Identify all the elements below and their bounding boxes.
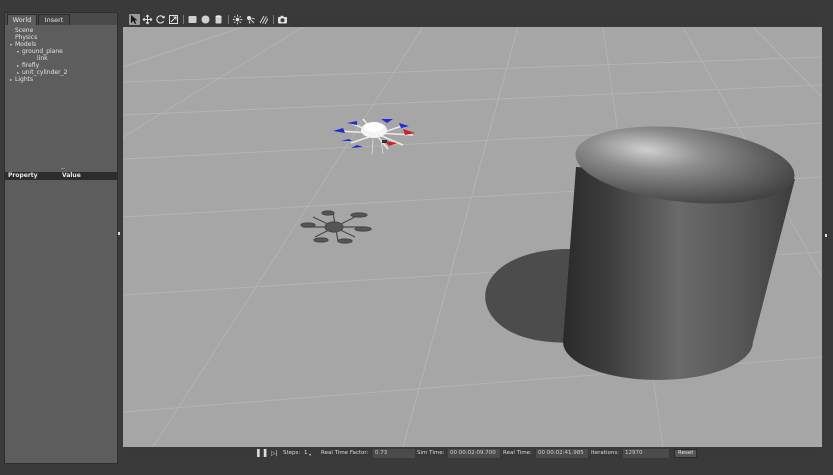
- chevron-down-icon[interactable]: ▾: [309, 451, 311, 458]
- left-collapse-handle[interactable]: [118, 232, 120, 235]
- tab-insert[interactable]: Insert: [38, 14, 70, 25]
- tree-item-label: unit_cylinder_2: [22, 69, 68, 76]
- toolbar-separator: [228, 15, 229, 24]
- directional-light-icon[interactable]: [258, 14, 269, 25]
- window-bottom-strip: [0, 460, 833, 475]
- tree-item-label: firefly: [22, 62, 40, 69]
- tree-item-physics[interactable]: Physics: [15, 34, 37, 41]
- real-time-factor-field[interactable]: 0.73: [373, 449, 415, 458]
- reset-button[interactable]: Reset: [674, 449, 698, 458]
- scene-viewport[interactable]: [123, 27, 822, 447]
- tree-item-models[interactable]: ▾ Models: [10, 41, 36, 48]
- step-icon[interactable]: ▷|: [271, 450, 278, 457]
- real-time-field[interactable]: 00 00:02:41.985: [536, 449, 588, 458]
- panel-splitter-handle[interactable]: [61, 168, 65, 169]
- tree-item-label: Scene: [15, 27, 34, 34]
- tree-item-firefly[interactable]: ▸ firefly: [17, 62, 39, 69]
- toolbar: [123, 12, 822, 27]
- spot-light-icon[interactable]: [245, 14, 256, 25]
- steps-value[interactable]: 1: [304, 450, 308, 457]
- world-panel: World Insert Scene Physics ▾ Models ▾ grou…: [4, 12, 118, 464]
- sim-time-label: Sim Time:: [417, 450, 445, 456]
- scale-icon[interactable]: [168, 14, 179, 25]
- tree-item-label: ground_plane: [22, 48, 63, 55]
- tree-item-link[interactable]: link: [37, 55, 48, 62]
- toolbar-separator: [273, 15, 274, 24]
- translate-icon[interactable]: [142, 14, 153, 25]
- sphere-icon[interactable]: [200, 14, 211, 25]
- rotate-icon[interactable]: [155, 14, 166, 25]
- cylinder-icon[interactable]: [213, 14, 224, 25]
- tab-world[interactable]: World: [7, 14, 37, 25]
- right-collapse-handle[interactable]: [825, 234, 827, 237]
- select-arrow-icon[interactable]: [129, 14, 140, 25]
- tree-item-ground-plane[interactable]: ▾ ground_plane: [17, 48, 63, 55]
- iterations-label: Iterations:: [591, 450, 620, 456]
- tree-item-lights[interactable]: ▸ Lights: [10, 76, 33, 83]
- tree-item-label: Lights: [15, 76, 34, 83]
- value-column-header[interactable]: Value: [62, 172, 81, 180]
- time-panel: ❚❚ ▷| Steps: 1 ▾ Real Time Factor: 0.73 …: [123, 447, 822, 460]
- sim-time-field[interactable]: 00 00:02:09.700: [448, 449, 500, 458]
- scene-render: [123, 27, 822, 447]
- real-time-factor-label: Real Time Factor:: [321, 450, 369, 456]
- iterations-field[interactable]: 12970: [623, 449, 669, 458]
- box-icon[interactable]: [187, 14, 198, 25]
- tree-item-unit-cylinder-2[interactable]: ▸ unit_cylinder_2: [17, 69, 67, 76]
- property-table-header: Property Value: [5, 172, 117, 180]
- steps-label: Steps:: [283, 450, 301, 456]
- property-column-header[interactable]: Property: [8, 172, 38, 180]
- tree-item-label: Physics: [15, 34, 38, 41]
- real-time-label: Real Time:: [503, 450, 532, 456]
- tree-item-label: Models: [15, 41, 37, 48]
- tree-item-label: link: [37, 55, 48, 62]
- pause-icon[interactable]: ❚❚: [255, 449, 268, 457]
- screenshot-icon[interactable]: [277, 14, 288, 25]
- panel-tabs: World Insert: [5, 13, 117, 25]
- tree-item-scene[interactable]: Scene: [15, 27, 33, 34]
- toolbar-separator: [183, 15, 184, 24]
- point-light-icon[interactable]: [232, 14, 243, 25]
